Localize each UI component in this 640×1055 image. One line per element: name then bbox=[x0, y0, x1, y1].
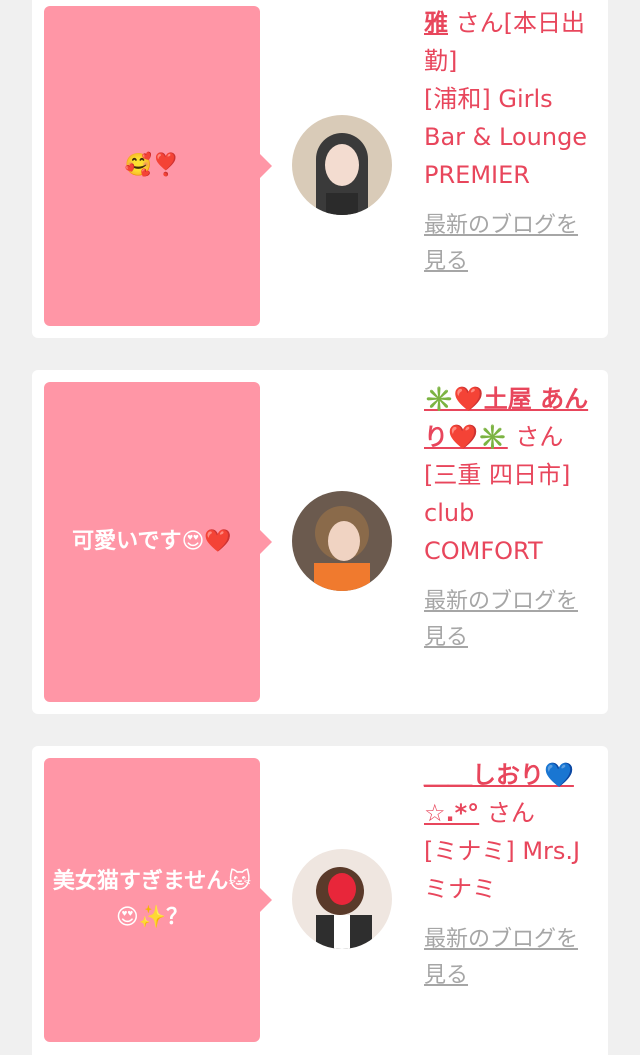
shop-name[interactable]: [三重 四日市] club COMFORT bbox=[424, 456, 596, 570]
comment-text: 可愛いです😍❤️ bbox=[72, 529, 232, 554]
user-info: ✳️❤️土屋 あんり❤️✳️ さん [三重 四日市] club COMFORT … bbox=[424, 380, 596, 656]
avatar-photo bbox=[292, 115, 392, 215]
comment-card: 美女猫すぎません🐱😍✨？ ＿＿しおり💙☆.*° さん [ミナミ] Mrs.J ミ… bbox=[32, 746, 608, 1055]
user-name-line: 雅 さん[本日出勤] bbox=[424, 4, 596, 80]
user-name-line: ＿＿しおり💙☆.*° さん bbox=[424, 756, 596, 832]
comment-card: 可愛いです😍❤️ ✳️❤️土屋 あんり❤️✳️ さん [三重 四日市] club… bbox=[32, 370, 608, 714]
blog-comment-list: 🥰❣️ 雅 さん[本日出勤] [浦和] Girls Bar & Lounge P… bbox=[0, 0, 640, 1055]
comment-text: 🥰❣️ bbox=[124, 153, 180, 178]
comment-bubble: 🥰❣️ bbox=[44, 6, 272, 326]
latest-blog-link[interactable]: 最新のブログを見る bbox=[424, 922, 596, 994]
latest-blog-link[interactable]: 最新のブログを見る bbox=[424, 584, 596, 656]
avatar[interactable] bbox=[292, 491, 392, 591]
user-name-link[interactable]: ✳️❤️土屋 あんり❤️✳️ bbox=[424, 385, 588, 451]
comment-bubble: 可愛いです😍❤️ bbox=[44, 382, 272, 702]
name-suffix: さん bbox=[486, 799, 535, 827]
avatar-photo bbox=[292, 491, 392, 591]
comment-bubble: 美女猫すぎません🐱😍✨？ bbox=[44, 758, 272, 1042]
avatar[interactable] bbox=[292, 849, 392, 949]
user-info: ＿＿しおり💙☆.*° さん [ミナミ] Mrs.J ミナミ 最新のブログを見る bbox=[424, 756, 596, 994]
avatar-photo bbox=[292, 849, 392, 949]
shop-name[interactable]: [ミナミ] Mrs.J ミナミ bbox=[424, 832, 596, 908]
user-info: 雅 さん[本日出勤] [浦和] Girls Bar & Lounge PREMI… bbox=[424, 4, 596, 280]
latest-blog-link[interactable]: 最新のブログを見る bbox=[424, 208, 596, 280]
name-suffix: さん bbox=[515, 423, 564, 451]
user-name-line: ✳️❤️土屋 あんり❤️✳️ さん bbox=[424, 380, 596, 456]
comment-card: 🥰❣️ 雅 さん[本日出勤] [浦和] Girls Bar & Lounge P… bbox=[32, 0, 608, 338]
shop-name[interactable]: [浦和] Girls Bar & Lounge PREMIER bbox=[424, 80, 596, 194]
comment-text: 美女猫すぎません🐱😍✨？ bbox=[52, 869, 252, 930]
avatar[interactable] bbox=[292, 115, 392, 215]
user-name-link[interactable]: 雅 bbox=[424, 9, 448, 37]
name-suffix: さん[本日出勤] bbox=[424, 9, 586, 75]
